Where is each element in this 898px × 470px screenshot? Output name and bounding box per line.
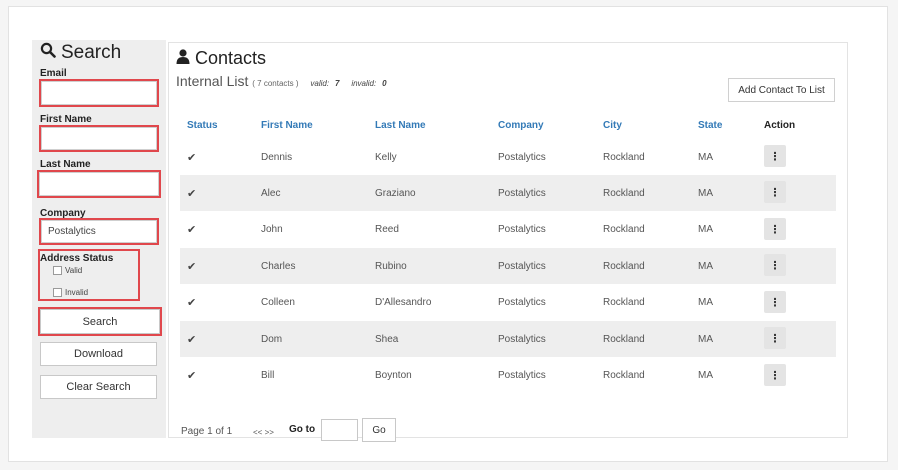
search-button[interactable]: Search xyxy=(38,307,162,336)
cell-city: Rockland xyxy=(603,224,645,235)
valid-option[interactable]: Valid xyxy=(53,266,82,275)
user-icon xyxy=(176,48,190,69)
cell-last-name: Reed xyxy=(375,224,399,235)
more-vertical-icon[interactable]: ⋮ xyxy=(764,291,786,313)
search-title: Search xyxy=(40,42,121,64)
cell-state: MA xyxy=(698,370,713,381)
column-last-name[interactable]: Last Name xyxy=(375,120,426,131)
cell-company: Postalytics xyxy=(498,224,546,235)
valid-option-label: Valid xyxy=(65,266,83,275)
cell-last-name: D'Allesandro xyxy=(375,297,432,308)
column-action: Action xyxy=(764,120,796,131)
valid-checkbox[interactable] xyxy=(53,266,62,275)
column-first-name[interactable]: First Name xyxy=(261,120,313,131)
cell-state: MA xyxy=(698,188,713,199)
cell-first-name: Bill xyxy=(261,370,275,381)
list-name: Internal List xyxy=(176,73,249,89)
invalid-checkbox[interactable] xyxy=(53,288,62,297)
email-field[interactable] xyxy=(39,79,159,107)
cell-first-name: Dom xyxy=(261,334,283,345)
company-label: Company xyxy=(40,208,86,219)
last-name-label: Last Name xyxy=(40,159,91,170)
cell-city: Rockland xyxy=(603,188,645,199)
cell-first-name: Alec xyxy=(261,188,281,199)
add-contact-button[interactable]: Add Contact To List xyxy=(728,78,835,102)
cell-state: MA xyxy=(698,261,713,272)
cell-last-name: Boynton xyxy=(375,370,412,381)
cell-first-name: John xyxy=(261,224,283,235)
cell-company: Postalytics xyxy=(498,297,546,308)
search-icon xyxy=(40,42,56,64)
more-vertical-icon[interactable]: ⋮ xyxy=(764,218,786,240)
invalid-option-label: Invalid xyxy=(65,288,89,297)
list-summary: Internal List ( 7 contacts ) valid: 7 in… xyxy=(176,73,387,89)
cell-state: MA xyxy=(698,297,713,308)
invalid-stat-label: invalid: xyxy=(351,79,377,88)
cell-company: Postalytics xyxy=(498,261,546,272)
cell-company: Postalytics xyxy=(498,152,546,163)
cell-company: Postalytics xyxy=(498,334,546,345)
invalid-option[interactable]: Invalid xyxy=(53,288,88,297)
cell-state: MA xyxy=(698,224,713,235)
check-icon: ✔ xyxy=(187,297,197,309)
column-company[interactable]: Company xyxy=(498,120,544,131)
clear-search-button[interactable]: Clear Search xyxy=(40,375,157,399)
cell-state: MA xyxy=(698,152,713,163)
cell-state: MA xyxy=(698,334,713,345)
download-button[interactable]: Download xyxy=(40,342,157,366)
cell-last-name: Rubino xyxy=(375,261,407,272)
cell-city: Rockland xyxy=(603,261,645,272)
address-status-label: Address Status xyxy=(40,253,114,264)
cell-city: Rockland xyxy=(603,334,645,345)
cell-city: Rockland xyxy=(603,370,645,381)
cell-city: Rockland xyxy=(603,297,645,308)
column-status[interactable]: Status xyxy=(187,120,218,131)
goto-label: Go to xyxy=(289,424,316,435)
search-title-text: Search xyxy=(61,42,122,63)
company-field[interactable]: Postalytics xyxy=(39,218,159,245)
cell-city: Rockland xyxy=(603,152,645,163)
cell-first-name: Colleen xyxy=(261,297,295,308)
more-vertical-icon[interactable]: ⋮ xyxy=(764,254,786,276)
column-city[interactable]: City xyxy=(603,120,622,131)
column-state[interactable]: State xyxy=(698,120,722,131)
cell-company: Postalytics xyxy=(498,370,546,381)
last-name-field[interactable] xyxy=(37,170,161,198)
goto-page-input[interactable] xyxy=(321,419,358,441)
invalid-count: 0 xyxy=(382,79,387,88)
cell-last-name: Graziano xyxy=(375,188,416,199)
valid-count: 7 xyxy=(334,79,340,88)
cell-first-name: Charles xyxy=(261,261,296,272)
email-label: Email xyxy=(40,68,67,79)
check-icon: ✔ xyxy=(187,188,197,200)
check-icon: ✔ xyxy=(187,152,197,164)
contacts-title: Contacts xyxy=(176,48,266,69)
first-name-label: First Name xyxy=(40,114,92,125)
page-nav[interactable]: << >> xyxy=(253,428,274,437)
check-icon: ✔ xyxy=(187,370,197,382)
cell-first-name: Dennis xyxy=(261,152,293,163)
cell-last-name: Shea xyxy=(375,334,399,345)
more-vertical-icon[interactable]: ⋮ xyxy=(764,364,786,386)
cell-company: Postalytics xyxy=(498,188,546,199)
cell-last-name: Kelly xyxy=(375,152,397,163)
first-name-field[interactable] xyxy=(39,125,159,152)
check-icon: ✔ xyxy=(187,224,197,236)
valid-stat-label: valid: xyxy=(310,79,330,88)
check-icon: ✔ xyxy=(187,334,197,346)
contacts-title-text: Contacts xyxy=(195,48,267,68)
more-vertical-icon[interactable]: ⋮ xyxy=(764,145,786,167)
page-indicator: Page 1 of 1 xyxy=(181,426,233,437)
more-vertical-icon[interactable]: ⋮ xyxy=(764,181,786,203)
check-icon: ✔ xyxy=(187,261,197,273)
more-vertical-icon[interactable]: ⋮ xyxy=(764,327,786,349)
contact-count: ( 7 contacts ) xyxy=(252,79,299,88)
go-button[interactable]: Go xyxy=(362,418,396,442)
